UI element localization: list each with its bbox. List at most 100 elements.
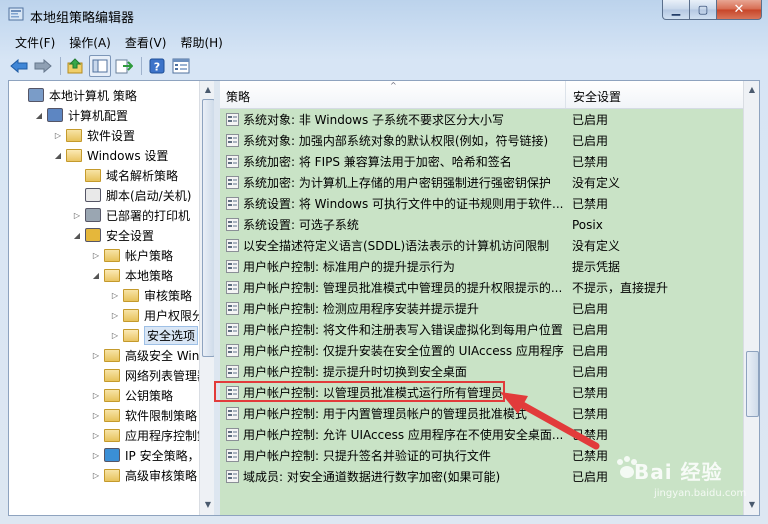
- minimize-button[interactable]: ▁: [662, 0, 690, 20]
- policy-security-setting: 已禁用: [572, 407, 609, 421]
- policy-row[interactable]: 系统设置: 可选子系统 Posix: [220, 214, 743, 235]
- tree-item[interactable]: ◢ 计算机配置: [34, 105, 128, 125]
- policy-row[interactable]: 用户帐户控制: 用于内置管理员帐户的管理员批准模式 已禁用: [220, 403, 743, 424]
- tree-item[interactable]: ▷ 应用程序控制策: [91, 425, 209, 445]
- expanded-triangle-icon[interactable]: ◢: [91, 271, 101, 280]
- policy-row[interactable]: 用户帐户控制: 检测应用程序安装并提示提升 已启用: [220, 298, 743, 319]
- collapsed-triangle-icon[interactable]: ▷: [91, 451, 101, 460]
- policy-row[interactable]: 用户帐户控制: 仅提升安装在安全位置的 UIAccess 应用程序 已启用: [220, 340, 743, 361]
- tree-item[interactable]: ◢ Windows 设置: [53, 145, 168, 165]
- help-icon: ?: [149, 58, 165, 74]
- tree-item[interactable]: 网络列表管理器: [91, 365, 209, 385]
- tree-item[interactable]: ▷ 高级安全 Windo: [91, 345, 214, 365]
- policy-row[interactable]: 用户帐户控制: 管理员批准模式中管理员的提升权限提示的... 不提示，直接提升: [220, 277, 743, 298]
- title-bar[interactable]: 本地组策略编辑器 ▁ ▢ ✕: [0, 0, 768, 30]
- policy-row[interactable]: 系统加密: 将 FIPS 兼容算法用于加密、哈希和签名 已禁用: [220, 151, 743, 172]
- collapsed-triangle-icon[interactable]: ▷: [91, 391, 101, 400]
- policy-row[interactable]: 用户帐户控制: 标准用户的提升提示行为 提示凭据: [220, 256, 743, 277]
- policy-setting-icon: [226, 281, 239, 294]
- column-setting-label: 安全设置: [573, 90, 622, 104]
- expanded-triangle-icon[interactable]: ◢: [34, 111, 44, 120]
- policy-row[interactable]: 用户帐户控制: 将文件和注册表写入错误虚拟化到每用户位置 已启用: [220, 319, 743, 340]
- policy-security-setting: Posix: [572, 217, 603, 232]
- tree-item[interactable]: ◢ 本地策略: [91, 265, 173, 285]
- policy-name: 系统设置: 可选子系统: [243, 218, 359, 232]
- tree-item[interactable]: ▷ 高级审核策略: [91, 465, 197, 485]
- expanded-triangle-icon[interactable]: ◢: [53, 151, 63, 160]
- printer-icon: [85, 208, 101, 222]
- tree-item-label: 安全选项: [144, 325, 199, 345]
- folder-icon: [104, 248, 120, 262]
- tree-scroll-up[interactable]: ▲: [201, 82, 215, 98]
- collapsed-triangle-icon[interactable]: ▷: [72, 211, 82, 220]
- policy-setting-icon: [226, 407, 239, 420]
- back-button[interactable]: [8, 55, 30, 77]
- tree-item[interactable]: ▷ 安全选项: [110, 325, 199, 345]
- close-icon: ✕: [733, 2, 745, 17]
- menu-file[interactable]: 文件(F): [8, 32, 62, 52]
- policy-name: 以安全描述符定义语言(SDDL)语法表示的计算机访问限制: [243, 239, 550, 253]
- tree-item[interactable]: ▷ 公钥策略: [91, 385, 173, 405]
- tree-item[interactable]: ▷ 软件限制策略: [91, 405, 197, 425]
- collapsed-triangle-icon[interactable]: ▷: [53, 131, 63, 140]
- column-header-setting[interactable]: 安全设置: [567, 81, 742, 108]
- tree-item-label: 公钥策略: [125, 388, 174, 403]
- tree-item[interactable]: ▷ 审核策略: [110, 285, 192, 305]
- tree-item[interactable]: 本地计算机 策略: [15, 85, 137, 105]
- watermark-url: jingyan.baidu.com: [654, 488, 747, 499]
- show-hide-tree-button[interactable]: [89, 55, 111, 77]
- maximize-button[interactable]: ▢: [690, 0, 717, 20]
- collapsed-triangle-icon[interactable]: ▷: [91, 471, 101, 480]
- collapsed-triangle-icon[interactable]: ▷: [91, 431, 101, 440]
- tree-item[interactable]: ▷ 帐户策略: [91, 245, 173, 265]
- menu-help[interactable]: 帮助(H): [173, 32, 229, 52]
- policy-security-setting: 没有定义: [572, 239, 621, 253]
- tree-item[interactable]: 脚本(启动/关机): [72, 185, 191, 205]
- close-button[interactable]: ✕: [717, 0, 762, 20]
- policy-row[interactable]: 用户帐户控制: 提示提升时切换到安全桌面 已启用: [220, 361, 743, 382]
- tree-item-label: 应用程序控制策: [125, 428, 210, 443]
- folder-icon: [104, 348, 120, 362]
- sort-ascending-icon: ^: [390, 81, 397, 90]
- folder-icon: [104, 468, 120, 482]
- toolbar-separator: [60, 57, 61, 75]
- tree-item[interactable]: ◢ 安全设置: [72, 225, 154, 245]
- menu-action[interactable]: 操作(A): [62, 32, 118, 52]
- policy-row[interactable]: 用户帐户控制: 允许 UIAccess 应用程序在不使用安全桌面... 已禁用: [220, 424, 743, 445]
- collapsed-triangle-icon[interactable]: ▷: [110, 291, 120, 300]
- svg-text:?: ?: [154, 61, 160, 74]
- policy-name: 用户帐户控制: 管理员批准模式中管理员的提升权限提示的...: [243, 281, 563, 295]
- column-header-policy[interactable]: ^ 策略: [220, 81, 566, 108]
- list-scroll-up[interactable]: ▲: [745, 82, 759, 98]
- help-button[interactable]: ?: [146, 55, 168, 77]
- tree-scroll-down[interactable]: ▼: [201, 497, 215, 513]
- collapsed-triangle-icon[interactable]: ▷: [91, 251, 101, 260]
- up-level-button[interactable]: [65, 55, 87, 77]
- policy-row[interactable]: 系统对象: 非 Windows 子系统不要求区分大小写 已启用: [220, 109, 743, 130]
- expanded-triangle-icon[interactable]: ◢: [72, 231, 82, 240]
- export-list-button[interactable]: [113, 55, 135, 77]
- list-scroll-thumb[interactable]: [746, 351, 759, 417]
- policy-row[interactable]: 系统对象: 加强内部系统对象的默认权限(例如，符号链接) 已启用: [220, 130, 743, 151]
- collapsed-triangle-icon[interactable]: ▷: [110, 311, 120, 320]
- policy-setting-icon: [226, 176, 239, 189]
- menu-view[interactable]: 查看(V): [118, 32, 174, 52]
- policy-row[interactable]: 系统加密: 为计算机上存储的用户密钥强制进行强密钥保护 没有定义: [220, 172, 743, 193]
- tree-item[interactable]: 域名解析策略: [72, 165, 178, 185]
- properties-button[interactable]: [170, 55, 192, 77]
- policy-row[interactable]: 系统设置: 将 Windows 可执行文件中的证书规则用于软件... 已禁用: [220, 193, 743, 214]
- tree-item-label: 软件设置: [87, 128, 136, 143]
- toolbar-separator: [141, 57, 142, 75]
- forward-button[interactable]: [32, 55, 54, 77]
- tree-scrollbar[interactable]: ▲ ▼: [199, 81, 215, 515]
- properties-icon: [172, 58, 190, 74]
- tree-item[interactable]: ▷ 软件设置: [53, 125, 135, 145]
- collapsed-triangle-icon[interactable]: ▷: [91, 351, 101, 360]
- tree-item-label: 高级审核策略: [125, 468, 198, 483]
- collapsed-triangle-icon[interactable]: ▷: [91, 411, 101, 420]
- tree-item[interactable]: ▷ IP 安全策略，在: [91, 445, 212, 465]
- policy-name: 系统加密: 为计算机上存储的用户密钥强制进行强密钥保护: [243, 176, 551, 190]
- tree-item[interactable]: ▷ 已部署的打印机: [72, 205, 190, 225]
- collapsed-triangle-icon[interactable]: ▷: [110, 331, 120, 340]
- policy-row[interactable]: 以安全描述符定义语言(SDDL)语法表示的计算机访问限制 没有定义: [220, 235, 743, 256]
